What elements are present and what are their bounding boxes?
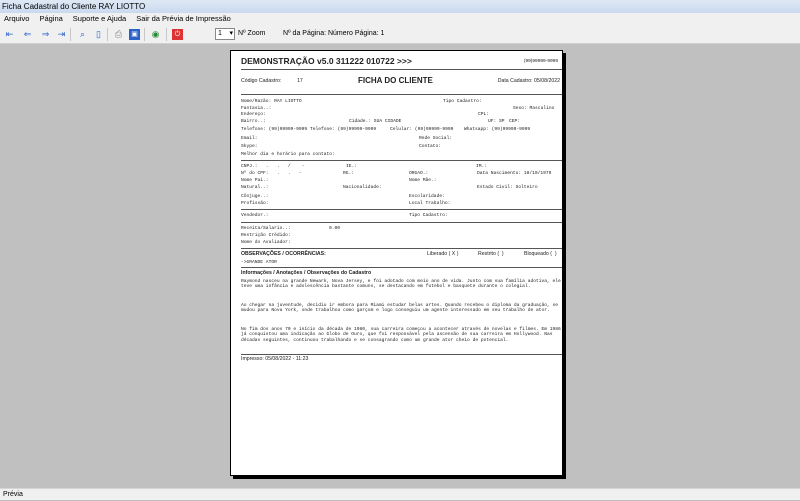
field-ie: IE.: xyxy=(346,164,358,169)
status-bar: Prévia xyxy=(0,488,800,500)
print-setup-icon[interactable]: ▣ xyxy=(129,29,140,40)
field-sexo: Sexo: Masculino xyxy=(513,106,555,111)
field-skype: Skype: xyxy=(241,144,258,149)
two-pages-icon[interactable]: ▯ xyxy=(93,29,104,40)
report-header: DEMONSTRAÇÃO v5.0 311222 010722 >>> xyxy=(241,56,412,66)
field-local-trabalho: Local Trabalho: xyxy=(409,201,451,206)
status-liberado: Liberado ( X ) xyxy=(427,251,459,257)
field-email: Email: xyxy=(241,136,258,141)
field-uf: UF: SP xyxy=(488,119,505,124)
field-rede-social: Rede Social: xyxy=(419,136,453,141)
menu-sair-previa[interactable]: Sair da Prévia de Impressão xyxy=(136,14,231,23)
field-cpf: Nº do CPF: . . - xyxy=(241,171,302,176)
header-phone: (99)99999-9999 xyxy=(523,59,558,64)
field-nacionalidade: Nacionalidade: xyxy=(343,185,382,190)
codigo-value: 17 xyxy=(297,78,303,84)
print-icon[interactable]: ⎙ xyxy=(113,29,124,40)
export-icon[interactable]: ◉ xyxy=(150,29,161,40)
field-avaliador: Nome do Avaliador: xyxy=(241,240,291,245)
field-tipo-cadastro-2: Tipo Cadastro: xyxy=(409,213,448,218)
info-paragraph: No fim dos anos 70 e início da década de… xyxy=(241,327,561,343)
field-tipo-cadastro: Tipo Cadastro: xyxy=(443,99,482,104)
zoom-select[interactable]: 1 xyxy=(215,28,235,40)
field-escolaridade: Escolaridade: xyxy=(409,194,445,199)
field-estado-civil: Estado Civil: Solteiro xyxy=(477,185,538,190)
close-preview-icon[interactable]: ⏻ xyxy=(172,29,183,40)
report-page: DEMONSTRAÇÃO v5.0 311222 010722 >>> (99)… xyxy=(230,50,563,476)
data-cadastro: Data Cadastro: 05/08/2022 xyxy=(497,78,560,84)
field-rg: RG.: xyxy=(343,171,355,176)
codigo-label: Código Cadastro: xyxy=(241,78,282,84)
info-paragraph: Raymond nasceu na grande Newark, Nova Je… xyxy=(241,279,561,290)
observacoes-title: OBSERVAÇÕES / OCORRÊNCIAS: xyxy=(241,251,326,257)
field-vendedor: Vendedor.: xyxy=(241,213,269,218)
field-melhor-horario: Melhor dia e horário para contato: xyxy=(241,152,335,157)
field-nome-pai: Nome Pai.: xyxy=(241,178,269,183)
field-data-nascimento: Data Nascimento: 10/10/1979 xyxy=(477,171,552,176)
field-profissao: Profissão: xyxy=(241,201,269,206)
menu-bar: Arquivo Página Suporte e Ajuda Sair da Prév… xyxy=(0,13,800,25)
toolbar: ⇤ ⇐ ⇒ ⇥ ⌕ ▯ ⎙ ▣ ◉ ⏻ 1 Nº Zoom Nº da Pági… xyxy=(0,25,800,44)
printed-date: Impresso: 05/08/2022 - 11:23 xyxy=(241,356,309,362)
menu-pagina[interactable]: Página xyxy=(39,14,62,23)
field-contato: Contato: xyxy=(419,144,442,149)
status-restrito: Restrito ( ) xyxy=(478,251,504,257)
first-page-icon[interactable]: ⇤ xyxy=(4,29,15,40)
zoom-icon[interactable]: ⌕ xyxy=(77,29,88,40)
field-nome: Nome/Razão: RAY LIOTTO xyxy=(241,99,302,104)
field-celular: Celular: (99)99999-9999 xyxy=(390,127,454,132)
field-receita: Receita/Salario..: xyxy=(241,226,291,231)
status-bloqueado: Bloqueado ( ) xyxy=(524,251,557,257)
observacoes-text: ->GRANDE ATOR xyxy=(241,260,277,265)
report-title: FICHA DO CLIENTE xyxy=(358,76,433,85)
field-telefone-1: Telefone: (99)99999-9999 xyxy=(241,127,308,132)
field-im: IM.: xyxy=(476,164,488,169)
field-telefone-2: Telefone: (99)99999-9999 xyxy=(310,127,377,132)
info-title: Informações / Anotações / Observações do… xyxy=(241,270,372,276)
field-cidade: Cidade.: SUA CIDADE xyxy=(349,119,402,124)
field-orgao: ORGAO.: xyxy=(409,171,429,176)
field-bairro: Bairro..: xyxy=(241,119,266,124)
menu-suporte[interactable]: Suporte e Ajuda xyxy=(73,14,126,23)
field-whatsapp: Whatsapp: (99)99999-9999 xyxy=(464,127,531,132)
next-page-icon[interactable]: ⇒ xyxy=(40,29,51,40)
field-nome-mae: Nome Mãe.: xyxy=(409,178,437,183)
info-paragraph: Ao chegar na juventude, decidiu ir embor… xyxy=(241,303,559,314)
window-title: Ficha Cadastral do Cliente RAY LIOTTO xyxy=(0,0,800,13)
zoom-label: Nº Zoom xyxy=(238,30,266,37)
field-cnpj: CNPJ.: . . / - xyxy=(241,164,305,169)
field-restricao: Restrição Crédido: xyxy=(241,233,291,238)
field-cep: CEP: xyxy=(509,119,521,124)
field-receita-valor: 0.00 xyxy=(329,226,341,231)
field-natural: Natural..: xyxy=(241,185,269,190)
menu-arquivo[interactable]: Arquivo xyxy=(4,14,29,23)
previous-page-icon[interactable]: ⇐ xyxy=(22,29,33,40)
page-number-label: Nº da Página: Número Página: 1 xyxy=(283,30,385,37)
field-conjuge: Cônjuge..: xyxy=(241,194,269,199)
field-endereco: Endereço: xyxy=(241,112,266,117)
field-cpl: CPL: xyxy=(478,112,490,117)
last-page-icon[interactable]: ⇥ xyxy=(56,29,67,40)
